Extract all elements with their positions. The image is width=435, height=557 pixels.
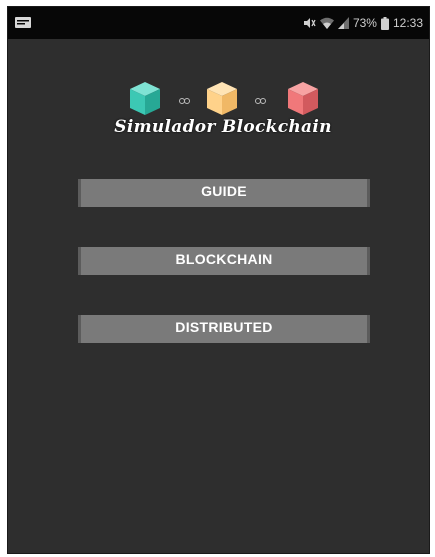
status-bar: 73% 12:33 xyxy=(8,7,429,39)
notification-icon xyxy=(15,17,31,28)
logo-title: Simulador Blockchain xyxy=(114,117,332,137)
signal-icon xyxy=(337,17,349,29)
blockchain-cubes-icon xyxy=(130,82,318,115)
guide-button[interactable]: GUIDE xyxy=(78,179,370,207)
battery-icon xyxy=(380,16,389,30)
app-screen: 73% 12:33 Simulador Blockchain GUIDE BLO… xyxy=(7,6,430,554)
battery-percent: 73% xyxy=(352,16,377,30)
mute-icon xyxy=(303,18,316,28)
app-logo: Simulador Blockchain xyxy=(83,79,363,141)
distributed-button[interactable]: DISTRIBUTED xyxy=(78,315,370,343)
clock: 12:33 xyxy=(392,16,423,30)
blockchain-button[interactable]: BLOCKCHAIN xyxy=(78,247,370,275)
wifi-icon xyxy=(319,17,334,29)
